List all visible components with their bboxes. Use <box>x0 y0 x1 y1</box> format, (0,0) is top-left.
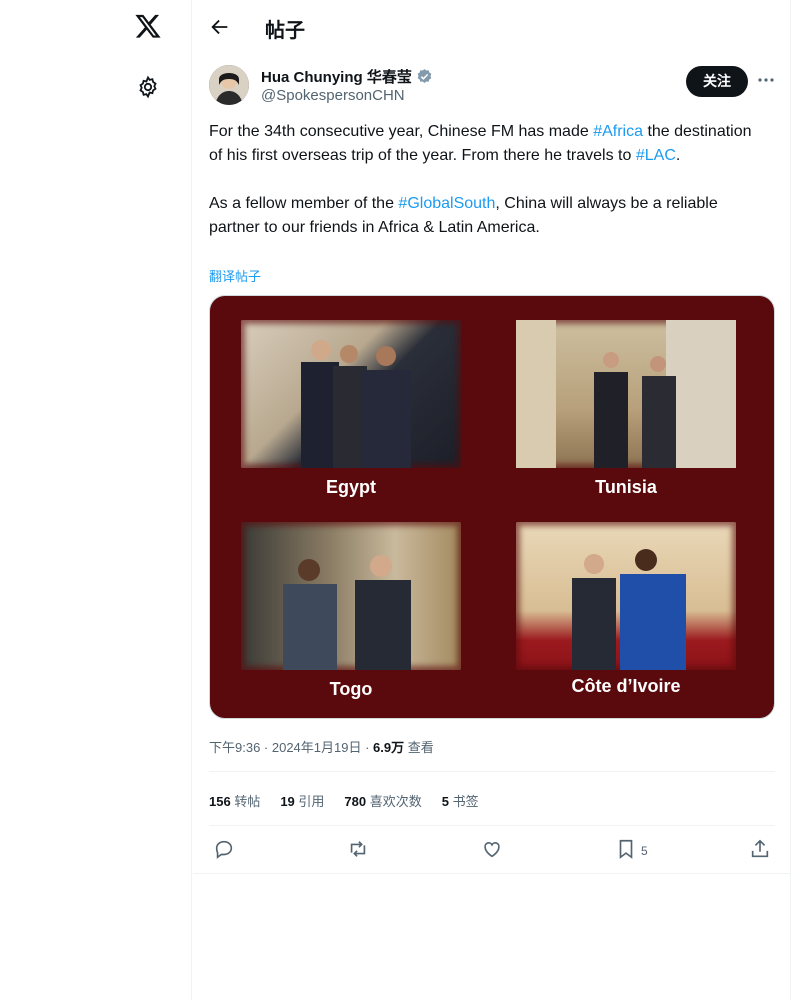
like-heart-icon[interactable] <box>481 838 503 860</box>
media-image[interactable]: Egypt Tunisia Togo Côte d’Ivoire <box>209 295 775 719</box>
tweet-meta: 下午9:36 · 2024年1月19日 · 6.9万 查看 <box>209 737 434 756</box>
photo-cote-divoire <box>516 522 736 670</box>
follow-button[interactable]: 关注 <box>686 66 748 97</box>
avatar[interactable] <box>209 65 249 105</box>
reply-icon[interactable] <box>213 838 235 860</box>
stat-bookmarks[interactable]: 5 书签 <box>442 791 479 810</box>
verified-badge-icon <box>417 69 432 83</box>
quote-label: 引用 <box>294 794 325 809</box>
tweet-paragraph-2: As a fellow member of the #GlobalSouth, … <box>209 192 769 240</box>
divider <box>209 825 775 826</box>
bookmark-icon[interactable] <box>615 838 637 860</box>
author-name[interactable]: Hua Chunying 华春莹 <box>261 66 433 87</box>
text-segment: . <box>675 147 681 164</box>
tweet-text: For the 34th consecutive year, Chinese F… <box>209 120 769 240</box>
page-title: 帖子 <box>265 20 305 42</box>
share-icon[interactable] <box>749 838 771 860</box>
arrow-left-icon[interactable] <box>209 16 231 38</box>
repost-count: 156 <box>209 794 231 809</box>
like-label: 喜欢次数 <box>366 794 422 809</box>
stat-reposts[interactable]: 156 转帖 <box>209 791 260 810</box>
timestamp[interactable]: 下午9:36 · 2024年1月19日 · <box>209 740 373 755</box>
text-segment: As a fellow member of the <box>209 195 399 212</box>
like-count: 780 <box>344 794 367 809</box>
stat-likes[interactable]: 780 喜欢次数 <box>344 791 421 810</box>
tweet-paragraph-1: For the 34th consecutive year, Chinese F… <box>209 120 769 168</box>
caption-tunisia: Tunisia <box>595 477 657 497</box>
divider <box>209 771 775 772</box>
main-column: 帖子 Hua Chunying 华春莹 @SpokespersonCHN 关注 … <box>193 0 791 1000</box>
top-bar: 帖子 <box>193 0 791 56</box>
gear-icon[interactable] <box>136 75 160 99</box>
author-handle[interactable]: @SpokespersonCHN <box>261 87 405 104</box>
translate-link[interactable]: 翻译帖子 <box>209 266 261 285</box>
left-nav <box>0 0 192 1000</box>
photo-togo <box>241 522 461 670</box>
action-bar: 5 <box>193 836 791 864</box>
hashtag-globalsouth[interactable]: #GlobalSouth <box>398 195 495 212</box>
x-logo-icon[interactable] <box>134 12 162 40</box>
photo-tunisia <box>516 320 736 468</box>
caption-cote-divoire: Côte d’Ivoire <box>571 676 681 696</box>
quote-count: 19 <box>280 794 295 809</box>
stat-quotes[interactable]: 19 引用 <box>280 791 324 810</box>
text-segment: For the 34th consecutive year, Chinese F… <box>209 123 594 140</box>
repost-icon[interactable] <box>347 838 369 860</box>
bookmark-label: 书签 <box>448 794 479 809</box>
view-count: 6.9万 <box>373 740 405 755</box>
more-options-icon[interactable] <box>756 70 776 90</box>
view-label: 查看 <box>404 740 434 755</box>
repost-label: 转帖 <box>230 794 261 809</box>
engagement-stats: 156 转帖 19 引用 780 喜欢次数 5 书签 <box>209 791 479 810</box>
hashtag-africa[interactable]: #Africa <box>593 123 643 140</box>
bookmark-count: 5 <box>641 844 648 858</box>
caption-togo: Togo <box>329 679 373 699</box>
hashtag-lac[interactable]: #LAC <box>636 147 676 164</box>
caption-egypt: Egypt <box>325 477 376 497</box>
photo-egypt <box>241 320 461 468</box>
bookmark-stat-count: 5 <box>441 794 449 809</box>
divider <box>193 873 791 874</box>
author-name-text: Hua Chunying 华春莹 <box>261 69 412 86</box>
